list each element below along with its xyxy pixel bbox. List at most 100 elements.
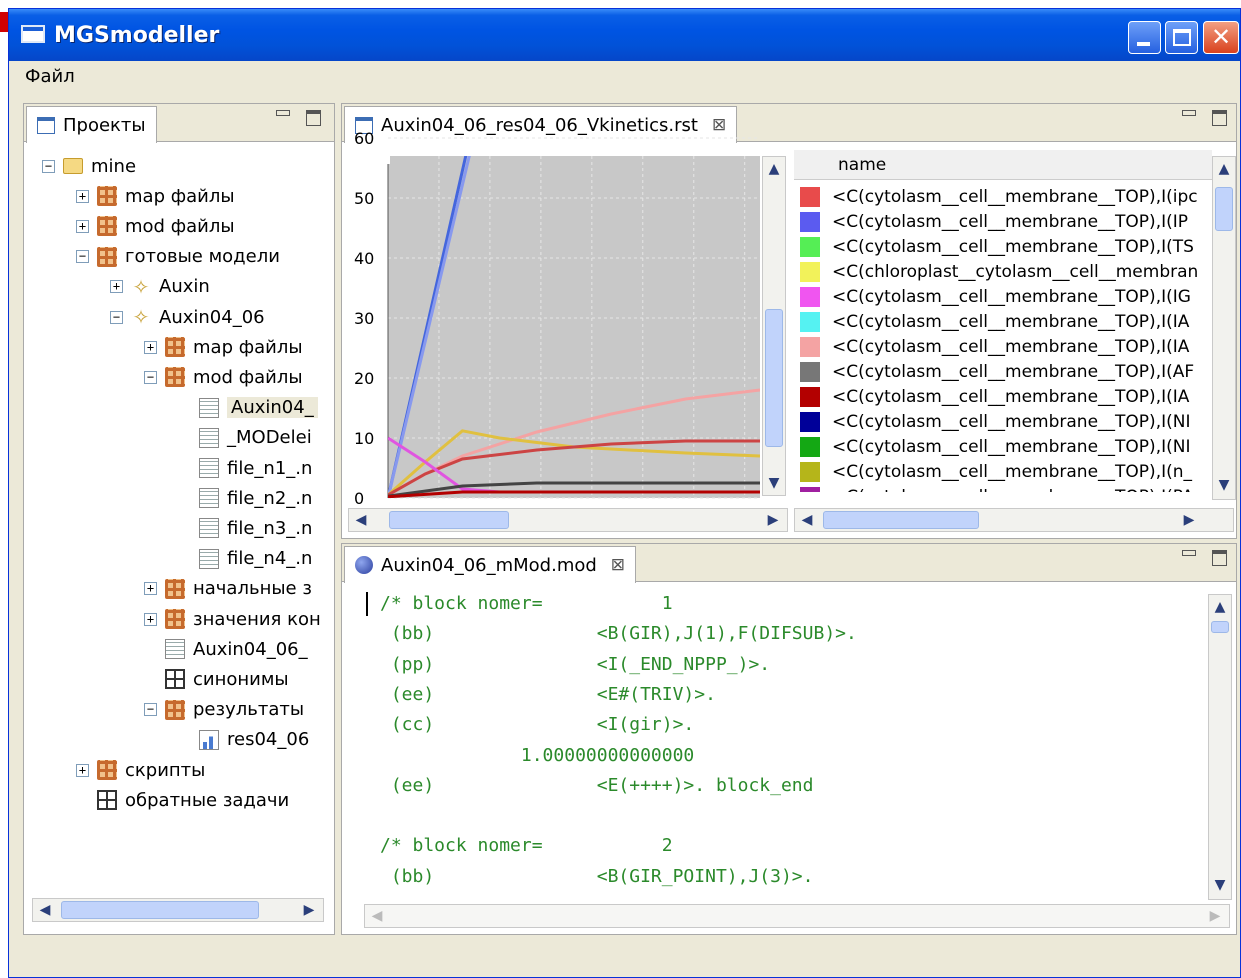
panel-maximize-icon[interactable] [1212, 110, 1227, 126]
collapse-icon[interactable]: − [144, 703, 157, 717]
legend-row[interactable]: <C(cytolasm__cell__membrane__TOP),I(NI [800, 409, 1190, 434]
legend-row[interactable]: <C(cytolasm__cell__membrane__TOP),I(AF [800, 359, 1194, 384]
tree-node[interactable]: − ✧ Auxin04_06 [110, 303, 265, 331]
panel-minimize-icon[interactable] [1182, 110, 1196, 116]
tree-node[interactable]: file_n4_.n [178, 545, 312, 573]
scroll-down-icon[interactable]: ▼ [1210, 875, 1230, 895]
legend-label: <C(cytolasm__cell__membrane__TOP),I(IA [832, 386, 1190, 407]
tree-node[interactable]: + map файлы [144, 333, 303, 361]
tree-node[interactable]: + начальные з [144, 575, 312, 603]
tree-node[interactable]: + скрипты [76, 756, 205, 784]
chart-horizontal-scrollbar[interactable]: ◀ ▶ [348, 508, 788, 532]
code-editor[interactable]: /* block nomer= 1 (bb) <B(GIR),J(1),F(DI… [366, 588, 1186, 898]
scroll-up-icon[interactable]: ▲ [1210, 597, 1230, 617]
panel-maximize-icon[interactable] [306, 110, 321, 126]
expand-icon[interactable]: + [110, 280, 123, 294]
scroll-thumb[interactable] [823, 511, 979, 529]
tree-node[interactable]: file_n2_.n [178, 484, 312, 512]
legend-label: <C(cytolasm__cell__membrane__TOP),I(PA [832, 487, 1194, 493]
tree-node-label: mod файлы [125, 215, 235, 237]
legend-row[interactable]: <C(chloroplast__cytolasm__cell__membran [800, 259, 1198, 284]
scroll-down-icon[interactable]: ▼ [1214, 475, 1234, 495]
scroll-thumb[interactable] [389, 511, 509, 529]
code-line: 1.00000000000000 [380, 744, 695, 766]
legend-row[interactable]: <C(cytolasm__cell__membrane__TOP),I(TS [800, 234, 1194, 259]
expand-icon[interactable]: + [76, 189, 89, 203]
scroll-left-icon[interactable]: ◀ [351, 511, 371, 529]
tab-mod-file[interactable]: Auxin04_06_mMod.mod ⊠ [344, 546, 637, 583]
scroll-right-icon[interactable]: ▶ [1179, 511, 1199, 529]
tree-node[interactable]: − результаты [144, 696, 304, 724]
expand-icon[interactable]: + [144, 612, 157, 626]
tree-node[interactable]: Auxin04_ [178, 394, 318, 422]
panel-minimize-icon[interactable] [276, 110, 290, 116]
expand-icon[interactable]: + [76, 763, 89, 777]
legend-vertical-scrollbar[interactable]: ▲ ▼ [1212, 156, 1236, 500]
legend-row[interactable]: <C(cytolasm__cell__membrane__TOP),I(IA [800, 334, 1189, 359]
scroll-thumb[interactable] [61, 901, 259, 919]
tree-node[interactable]: _MODelei [178, 424, 312, 452]
scroll-thumb[interactable] [765, 309, 783, 447]
legend-row[interactable]: <C(cytolasm__cell__membrane__TOP),I(ipc [800, 184, 1198, 209]
close-tab-icon[interactable]: ⊠ [611, 555, 625, 575]
tree-node[interactable]: res04_06 [178, 726, 309, 754]
legend-row[interactable]: <C(cytolasm__cell__membrane__TOP),I(PA [800, 484, 1194, 492]
tree-node[interactable]: Auxin04_06_ [144, 635, 308, 663]
legend-row[interactable]: <C(cytolasm__cell__membrane__TOP),I(IA [800, 309, 1189, 334]
collapse-icon[interactable]: − [42, 159, 55, 173]
tab-projects[interactable]: Проекты [26, 106, 157, 143]
scroll-thumb[interactable] [1215, 187, 1233, 231]
chart-vertical-scrollbar[interactable]: ▲ ▼ [762, 156, 786, 496]
panel-maximize-icon[interactable] [1212, 550, 1227, 566]
scroll-right-icon[interactable]: ▶ [1205, 907, 1225, 925]
tree-node[interactable]: − mine [42, 152, 136, 180]
maximize-button[interactable] [1165, 21, 1198, 54]
tree-node[interactable]: − готовые модели [76, 243, 280, 271]
expand-icon[interactable]: + [76, 219, 89, 233]
tree-node[interactable]: − mod файлы [144, 363, 303, 391]
model-icon: ✧ [132, 305, 150, 329]
editor-horizontal-scrollbar[interactable]: ◀ ▶ [364, 904, 1230, 928]
scroll-left-icon[interactable]: ◀ [797, 511, 817, 529]
legend-color-swatch [800, 486, 820, 492]
expand-icon[interactable]: + [144, 582, 157, 596]
scroll-right-icon[interactable]: ▶ [299, 901, 319, 919]
legend-row[interactable]: <C(cytolasm__cell__membrane__TOP),I(IA [800, 384, 1189, 409]
tree-node[interactable]: file_n1_.n [178, 454, 312, 482]
package-icon [165, 609, 185, 629]
scroll-left-icon[interactable]: ◀ [367, 907, 387, 925]
expand-icon[interactable]: + [144, 340, 157, 354]
legend-row[interactable]: <C(cytolasm__cell__membrane__TOP),I(NI [800, 434, 1190, 459]
collapse-icon[interactable]: − [144, 370, 157, 384]
tree-node[interactable]: + значения кон [144, 605, 321, 633]
legend-row[interactable]: <C(cytolasm__cell__membrane__TOP),I(n_ [800, 459, 1192, 484]
tree-node[interactable]: синонимы [144, 665, 289, 693]
legend-row[interactable]: <C(cytolasm__cell__membrane__TOP),I(IP [800, 209, 1188, 234]
tree-node[interactable]: обратные задачи [76, 786, 289, 814]
legend-label: <C(cytolasm__cell__membrane__TOP),I(n_ [832, 461, 1193, 482]
scroll-left-icon[interactable]: ◀ [35, 901, 55, 919]
tree-node-label: готовые модели [125, 246, 280, 268]
title-bar[interactable]: MGSmodeller ✕ [9, 9, 1240, 61]
scroll-up-icon[interactable]: ▲ [764, 159, 784, 179]
menu-file[interactable]: Файл [25, 66, 75, 87]
panel-minimize-icon[interactable] [1182, 550, 1196, 556]
close-button[interactable]: ✕ [1203, 21, 1239, 54]
legend-header[interactable]: name [794, 150, 1212, 180]
legend-horizontal-scrollbar[interactable]: ◀ ▶ [794, 508, 1234, 532]
projects-horizontal-scrollbar[interactable]: ◀ ▶ [32, 898, 324, 922]
scroll-thumb[interactable] [1211, 621, 1229, 633]
scroll-up-icon[interactable]: ▲ [1214, 159, 1234, 179]
legend-row[interactable]: <C(cytolasm__cell__membrane__TOP),I(IG [800, 284, 1191, 309]
collapse-icon[interactable]: − [110, 310, 123, 324]
tree-node[interactable]: + ✧ Auxin [110, 273, 210, 301]
scroll-right-icon[interactable]: ▶ [763, 511, 783, 529]
scroll-down-icon[interactable]: ▼ [764, 473, 784, 493]
collapse-icon[interactable]: − [76, 250, 89, 264]
legend-color-swatch [800, 436, 820, 457]
tree-node[interactable]: + map файлы [76, 182, 235, 210]
tree-node[interactable]: file_n3_.n [178, 514, 312, 542]
minimize-button[interactable] [1128, 21, 1161, 54]
tree-node[interactable]: + mod файлы [76, 212, 235, 240]
editor-vertical-scrollbar[interactable]: ▲ ▼ [1208, 594, 1232, 900]
